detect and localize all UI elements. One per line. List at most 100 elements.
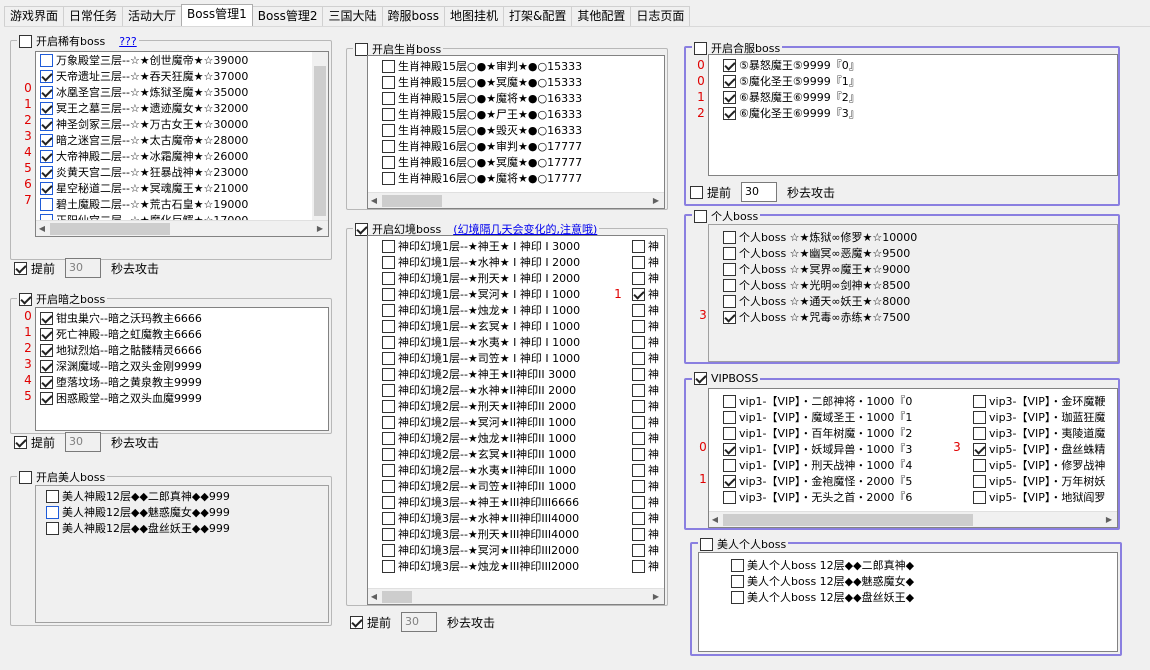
beauty-boss-item[interactable]: 美人神殿12层◆◆二郎真神◆◆999 [46,488,230,504]
illusion-boss-item-col2[interactable]: 神 [632,366,659,382]
rare-boss-item-checkbox[interactable] [40,53,53,67]
zodiac-boss-item[interactable]: 生肖神殿16层○●★审判★●○17777 [382,138,582,154]
zodiac-boss-item[interactable]: 生肖神殿15层○●★审判★●○15333 [382,58,582,74]
illusion-boss-item-col2[interactable]: 神 [632,318,659,334]
illusion-col2-checkbox[interactable] [632,255,645,269]
zodiac-boss-list[interactable]: 生肖神殿15层○●★审判★●○15333 生肖神殿15层○●★冥魔★●○15333… [367,55,665,209]
zodiac-boss-item[interactable]: 生肖神殿15层○●★毁灭★●○16333 [382,122,582,138]
personal-boss-item-checkbox[interactable] [723,246,736,260]
vip-boss-item-checkbox[interactable] [973,410,986,424]
vip-boss-item-checkbox[interactable] [973,442,986,456]
zodiac-boss-item[interactable]: 生肖神殿15层○●★冥魔★●○15333 [382,74,582,90]
illusion-col2-checkbox[interactable] [632,351,645,365]
illusion-boss-item[interactable]: 神印幻境3层--★神王★III神印III6666 [382,494,579,510]
illusion-boss-item-checkbox[interactable] [382,239,395,253]
personal-boss-item-checkbox[interactable] [723,294,736,308]
vip-boss-item-checkbox[interactable] [723,490,736,504]
illusion-boss-item-checkbox[interactable] [382,335,395,349]
merge-advance-checkbox[interactable] [690,185,703,199]
tab-map-hang[interactable]: 地图挂机 [443,6,504,26]
personal-boss-item[interactable]: 个人boss ☆★通天∞妖王★☆8000 [723,293,910,309]
rare-boss-item[interactable]: 暗之迷宫三层--☆★太古魔帝★☆28000 [40,132,248,148]
dark-boss-item[interactable]: 钳虫巢穴--暗之沃玛教主6666 [40,310,202,326]
illusion-boss-item-checkbox[interactable] [382,543,395,557]
merge-boss-item-checkbox[interactable] [723,106,736,120]
beauty-personal-list[interactable]: 美人个人boss 12层◆◆二郎真神◆ 美人个人boss 12层◆◆魅惑魔女◆ 美人… [698,552,1118,652]
vip-boss-item[interactable]: vip5-【VIP】・修罗战神 [973,457,1105,473]
illusion-boss-item-col2[interactable]: 神 [632,350,659,366]
vip-boss-item-checkbox[interactable] [723,410,736,424]
vip-boss-item-checkbox[interactable] [973,394,986,408]
illusion-boss-item[interactable]: 神印幻境1层--★冥河★ I 神印 I 1000 [382,286,580,302]
illusion-boss-item-checkbox[interactable] [382,431,395,445]
illusion-boss-item[interactable]: 神印幻境2层--★司笠★II神印II 1000 [382,478,576,494]
illusion-boss-item-checkbox[interactable] [382,255,395,269]
illusion-boss-item-col2[interactable]: 神 [632,334,659,350]
vip-boss-item[interactable]: vip3-【VIP】・夷陵道魔 [973,425,1105,441]
illusion-boss-hscroll[interactable]: ◀ ▶ [368,588,664,604]
illusion-boss-item-checkbox[interactable] [382,271,395,285]
vip-boss-item-checkbox[interactable] [973,490,986,504]
beauty-personal-item[interactable]: 美人个人boss 12层◆◆盘丝妖王◆ [731,589,914,605]
dark-boss-item[interactable]: 困惑殿堂--暗之双头血魔9999 [40,390,202,406]
tab-daily[interactable]: 日常任务 [63,6,124,26]
illusion-advance-seconds-input[interactable]: 30 [401,612,438,632]
rare-boss-enable-checkbox[interactable] [19,34,32,48]
beauty-personal-enable-checkbox[interactable] [700,537,713,551]
zodiac-boss-item-checkbox[interactable] [382,123,395,137]
dark-boss-list[interactable]: 钳虫巢穴--暗之沃玛教主6666 死亡神殿--暗之虹魔教主6666 地狱烈焰--暗之… [35,307,329,431]
personal-boss-item-checkbox[interactable] [723,230,736,244]
illusion-boss-item[interactable]: 神印幻境3层--★烛龙★III神印III2000 [382,558,579,574]
beauty-boss-item-checkbox[interactable] [46,521,59,535]
dark-boss-item-checkbox[interactable] [40,359,53,373]
illusion-boss-item-checkbox[interactable] [382,319,395,333]
zodiac-boss-item[interactable]: 生肖神殿15层○●★尸王★●○16333 [382,106,582,122]
illusion-col2-checkbox[interactable] [632,383,645,397]
dark-boss-enable-checkbox[interactable] [19,292,32,306]
tab-fight-config[interactable]: 打架&配置 [502,6,573,26]
zodiac-boss-item-checkbox[interactable] [382,171,395,185]
vip-boss-item[interactable]: vip5-【VIP】・盘丝蛛精 [973,441,1105,457]
merge-boss-list[interactable]: ⑤暴怒魔王⑤9999『0』 ⑤魔化圣王⑤9999『1』 ⑥暴怒魔王⑥9999『2』 ⑥… [708,54,1118,176]
illusion-boss-item[interactable]: 神印幻境3层--★水神★III神印III4000 [382,510,579,526]
illusion-col2-checkbox[interactable] [632,543,645,557]
rare-boss-item-checkbox[interactable] [40,149,53,163]
beauty-boss-item[interactable]: 美人神殿12层◆◆盘丝妖王◆◆999 [46,520,230,536]
tab-three-kingdoms[interactable]: 三国大陆 [322,6,383,26]
illusion-col2-checkbox[interactable] [632,511,645,525]
dark-boss-item[interactable]: 死亡神殿--暗之虹魔教主6666 [40,326,202,342]
beauty-boss-enable-checkbox[interactable] [19,470,32,484]
personal-boss-item[interactable]: 个人boss ☆★幽冥∞恶魔★☆9500 [723,245,910,261]
vip-boss-item[interactable]: vip1-【VIP】・妖域异兽・1000『3 [723,441,912,457]
vip-boss-item-checkbox[interactable] [723,458,736,472]
illusion-boss-item-checkbox[interactable] [382,367,395,381]
rare-boss-item[interactable]: 冥王之墓三层--☆★遗迹魔女★☆32000 [40,100,248,116]
rare-boss-hscroll[interactable]: ◀ ▶ [36,220,328,236]
tab-boss2[interactable]: Boss管理2 [251,6,324,26]
illusion-col2-checkbox[interactable] [632,527,645,541]
zodiac-boss-item-checkbox[interactable] [382,139,395,153]
personal-boss-enable-checkbox[interactable] [694,209,707,223]
tab-cross-server[interactable]: 跨服boss [381,6,445,26]
merge-boss-item-checkbox[interactable] [723,58,736,72]
illusion-col2-checkbox[interactable] [632,495,645,509]
merge-boss-item-checkbox[interactable] [723,74,736,88]
dark-boss-item-checkbox[interactable] [40,375,53,389]
personal-boss-item[interactable]: 个人boss ☆★咒毒∞赤练★☆7500 [723,309,910,325]
rare-boss-help-link[interactable]: ??? [119,35,137,48]
tab-game[interactable]: 游戏界面 [4,6,65,26]
illusion-boss-item-checkbox[interactable] [382,303,395,317]
merge-boss-item[interactable]: ⑤魔化圣王⑤9999『1』 [723,73,860,89]
tab-log[interactable]: 日志页面 [630,6,691,26]
vip-boss-item[interactable]: vip5-【VIP】・地狱阎罗 [973,489,1105,505]
illusion-boss-item-col2[interactable]: 神 [632,286,659,302]
vip-boss-enable-checkbox[interactable] [694,372,707,385]
rare-boss-item-checkbox[interactable] [40,69,53,83]
illusion-boss-item[interactable]: 神印幻境1层--★水夷★ I 神印 I 1000 [382,334,580,350]
dark-boss-item[interactable]: 地狱烈焰--暗之骷髅精灵6666 [40,342,202,358]
illusion-boss-item[interactable]: 神印幻境2层--★水神★II神印II 2000 [382,382,576,398]
dark-advance-seconds-input[interactable]: 30 [65,432,102,452]
illusion-boss-item-col2[interactable]: 神 [632,542,659,558]
illusion-boss-item[interactable]: 神印幻境2层--★玄冥★II神印II 1000 [382,446,576,462]
illusion-boss-item[interactable]: 神印幻境1层--★刑天★ I 神印 I 2000 [382,270,580,286]
